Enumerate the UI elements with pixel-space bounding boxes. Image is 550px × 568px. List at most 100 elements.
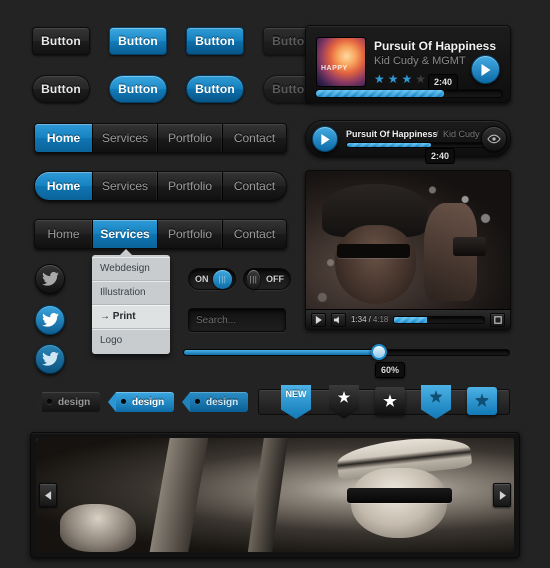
badge-star-icon: ★	[429, 389, 443, 405]
range-slider[interactable]	[183, 344, 510, 360]
button-dark[interactable]: Button	[32, 27, 90, 55]
video-progress-fill	[394, 316, 427, 323]
video-play-button[interactable]	[311, 312, 326, 327]
video-volume-button[interactable]	[331, 312, 346, 327]
compact-player: Pursuit Of Happiness / Kid Cudy 2:40	[305, 120, 511, 164]
tag-hole-icon	[47, 399, 52, 404]
compact-track-separator: /	[436, 129, 439, 139]
album-art-text: HAPPY	[321, 65, 348, 72]
carousel-prev-button[interactable]	[39, 483, 57, 507]
star-2-icon[interactable]: ★	[388, 73, 399, 85]
video-subject-watch	[452, 237, 486, 257]
star-1-icon[interactable]: ★	[374, 73, 385, 85]
video-current-time: 1:34	[351, 315, 367, 324]
button-row-pill: Button Button Button Button	[32, 75, 321, 103]
dropdown-item-logo[interactable]: Logo	[92, 329, 170, 352]
tag-label: design	[132, 396, 165, 408]
compact-track-artist: Kid Cudy	[443, 129, 480, 139]
toggle-on-label: ON	[195, 274, 209, 284]
tag-label: design	[206, 396, 239, 408]
image-carousel[interactable]	[30, 432, 520, 558]
nav-item-services[interactable]: Services	[93, 124, 158, 152]
nav-dd-item-home[interactable]: Home	[35, 220, 93, 248]
eye-icon	[487, 134, 501, 144]
nav-item-contact[interactable]: Contact	[223, 124, 286, 152]
album-art: HAPPY	[316, 37, 366, 87]
toggle-on-knob[interactable]: |||	[213, 269, 232, 289]
preview-button[interactable]	[481, 126, 507, 152]
badge-star-icon: ★	[475, 393, 489, 410]
video-subject-glasses	[336, 243, 411, 258]
video-progress-bar[interactable]	[393, 315, 485, 324]
dropdown-item-illustration[interactable]: Illustration	[92, 281, 170, 305]
twitter-bird-icon	[41, 313, 59, 327]
nav-dd-item-services[interactable]: Services	[93, 220, 158, 248]
video-controls: 1:34 / 4:18	[306, 309, 510, 329]
carousel-subject-carframe2	[247, 438, 289, 552]
pill-button-dark[interactable]: Button	[32, 75, 90, 103]
navbar-with-dropdown: Home Services Portfolio Contact	[34, 219, 287, 249]
compact-progress-bar[interactable]	[346, 142, 486, 148]
carousel-subject-hand	[59, 504, 137, 552]
dropdown-item-webdesign[interactable]: Webdesign	[92, 257, 170, 281]
compact-progress-fill	[347, 143, 431, 147]
social-button-twitter-dark[interactable]	[35, 264, 65, 294]
nav-dd-item-portfolio[interactable]: Portfolio	[158, 220, 223, 248]
track-artist: Kid Cudy & MGMT	[374, 55, 466, 67]
navbar-square: Home Services Portfolio Contact	[34, 123, 287, 153]
nav-pill-item-services[interactable]: Services	[93, 172, 158, 200]
video-frame	[306, 171, 510, 329]
nav-pill-item-portfolio[interactable]: Portfolio	[158, 172, 223, 200]
tag-design-dark[interactable]: design	[33, 392, 101, 412]
tag-design-blue-dark[interactable]: design	[181, 392, 249, 412]
nav-pill-item-home[interactable]: Home	[35, 172, 93, 200]
video-duration: 4:18	[372, 315, 389, 324]
ui-kit-canvas: Button Button Button Button Button Butto…	[0, 0, 550, 568]
slider-fill	[184, 350, 380, 355]
play-button[interactable]	[471, 55, 500, 84]
nav-item-home[interactable]: Home	[35, 124, 93, 152]
music-player-card: HAPPY Pursuit Of Happiness Kid Cudy & MG…	[305, 25, 511, 103]
social-button-twitter-blue-dark[interactable]	[35, 344, 65, 374]
tag-label: design	[58, 396, 91, 408]
nav-item-portfolio[interactable]: Portfolio	[158, 124, 223, 152]
button-blue[interactable]: Button	[109, 27, 167, 55]
toggle-off-knob[interactable]: |||	[247, 269, 260, 289]
play-icon	[321, 133, 330, 145]
nav-pill-item-contact[interactable]: Contact	[223, 172, 286, 200]
button-row-rectangular: Button Button Button Button	[32, 27, 321, 55]
badge-star-dark-square[interactable]: ★	[375, 387, 405, 415]
compact-play-button[interactable]	[312, 126, 338, 152]
carousel-next-button[interactable]	[493, 483, 511, 507]
carousel-photo	[36, 438, 514, 552]
social-button-twitter-blue[interactable]	[35, 305, 65, 335]
grip-lines-icon: |||	[218, 274, 227, 284]
badge-star-blue-square[interactable]: ★	[467, 387, 497, 415]
button-blue-pressed[interactable]: Button	[186, 27, 244, 55]
track-time: 2:40	[428, 74, 459, 90]
toggle-switch-off[interactable]: ||| OFF	[243, 268, 291, 290]
slider-value-tooltip: 60%	[375, 362, 406, 378]
video-fullscreen-button[interactable]	[490, 312, 505, 327]
nav-dd-item-contact[interactable]: Contact	[223, 220, 286, 248]
star-3-icon[interactable]: ★	[402, 73, 413, 85]
star-4-icon[interactable]: ★	[415, 73, 426, 85]
pill-button-blue[interactable]: Button	[109, 75, 167, 103]
track-title: Pursuit Of Happiness	[374, 39, 497, 53]
dropdown-menu: Webdesign Illustration → Print Logo	[92, 249, 170, 354]
navbar-pill: Home Services Portfolio Contact	[34, 171, 287, 201]
toggle-off-label: OFF	[266, 274, 284, 284]
video-player[interactable]: 1:34 / 4:18	[305, 170, 511, 330]
pill-button-blue-pressed[interactable]: Button	[186, 75, 244, 103]
slider-handle[interactable]	[371, 344, 387, 360]
track-progress-bar[interactable]	[315, 89, 503, 98]
compact-time: 2:40	[425, 148, 456, 164]
tag-design-blue[interactable]: design	[107, 392, 175, 412]
toggle-switch-on[interactable]: ON |||	[188, 268, 236, 290]
dropdown-item-print[interactable]: → Print	[92, 305, 170, 329]
video-time-separator: /	[368, 315, 371, 324]
carousel-subject-sunglasses	[346, 488, 452, 503]
badge-star-icon: ★	[337, 389, 351, 405]
fullscreen-icon	[493, 315, 502, 324]
search-box	[188, 308, 348, 332]
